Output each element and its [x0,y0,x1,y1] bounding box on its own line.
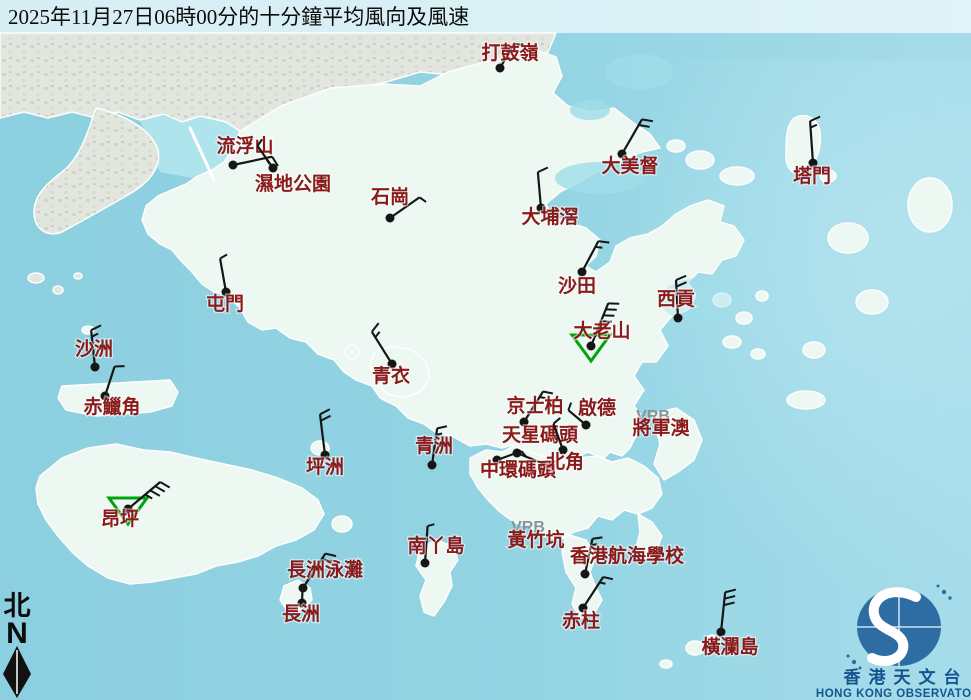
station-dot [587,342,596,351]
station-name-label: 石崗 [370,185,409,208]
island-saikung [787,391,825,409]
island-saikung [751,349,765,359]
island-e [803,342,825,358]
map-title: 2025年11月27日06時00分的十分鐘平均風向及風速 [8,5,469,29]
hko-logo-name-zh: 香港天文台 [844,667,969,687]
station-name-label: 大美督 [601,154,658,177]
wind-barb-feather [600,582,606,583]
station-name-label: 濕地公園 [255,172,331,195]
station-name-label: 打鼓嶺 [481,41,538,64]
island-e [856,290,888,314]
hei-ling-chau-island [332,516,352,532]
station-dot [91,363,100,372]
station-dot [496,64,505,73]
station-name-label: 流浮山 [216,134,273,157]
station-name-label: 赤柱 [562,609,600,632]
station-name-label: 南丫島 [407,534,464,557]
station-name-label: 啟德 [578,396,616,419]
island-ne [720,167,754,185]
station-name-label: 青洲 [415,435,453,457]
station-name-label: 長洲泳灘 [287,558,363,581]
station-name-label: 青衣 [372,364,410,387]
islet-s [660,660,672,668]
station-name-label: 西貢 [657,288,695,310]
wind-barb-feather [595,247,602,248]
station-name-label: 塔門 [793,164,831,187]
station-name-label: 天星碼頭 [502,424,579,446]
wind-map-page: 打鼓嶺流浮山濕地公園石崗大埔滘 大美督 塔門屯門 沙田西貢大老山沙洲赤鱲角 青衣坪洲 青洲… [0,0,971,700]
station-name-label: 橫瀾島 [701,635,758,658]
wind-barb-feather [436,434,442,435]
island-ne [686,151,714,169]
station-name-label: 京士柏 [506,394,563,417]
island-ne [667,140,685,152]
compass-north-en: N [6,617,28,650]
wind-barb-feather [592,537,602,538]
station-name-label: 大埔滘 [521,205,578,228]
hong-kong-wind-map: 打鼓嶺流浮山濕地公園石崗大埔滘 大美督 塔門屯門 沙田西貢大老山沙洲赤鱲角 青衣坪洲 青洲… [0,0,971,700]
islet [74,273,82,279]
station-dot [717,628,726,637]
station-dot [428,461,437,470]
island-e [908,178,952,232]
station-dot [674,314,683,323]
station-dot [582,421,591,430]
station-name-label: 坪洲 [306,456,344,478]
station-name-label: 香港航海學校 [569,544,685,567]
station-dot [229,161,238,170]
ma-wan-island [345,345,359,359]
island-saikung [736,312,752,324]
islet [28,273,44,283]
station-name-label: 昂坪 [101,508,139,530]
station-name-label: 北角 [546,450,584,473]
station-dot [581,570,590,579]
station-dot [269,164,278,173]
islet [53,286,63,294]
station-dot [386,214,395,223]
island-saikung [756,291,768,301]
island-e [828,223,868,253]
station-dot [421,559,430,568]
station-name-label: 大老山 [573,319,630,342]
station-name-label: 沙田 [558,275,596,297]
hko-logo-name-en: HONG KONG OBSERVATORY [816,688,971,700]
station-name-label: 屯門 [206,292,244,315]
station-name-label: 長洲 [282,603,320,625]
station-name-label: 沙洲 [75,338,113,360]
station-name-label: 將軍澳 [632,416,690,439]
island-saikung [723,336,741,348]
station-name-label: 黃竹坑 [507,528,564,551]
station-name-label: 赤鱲角 [83,395,140,418]
